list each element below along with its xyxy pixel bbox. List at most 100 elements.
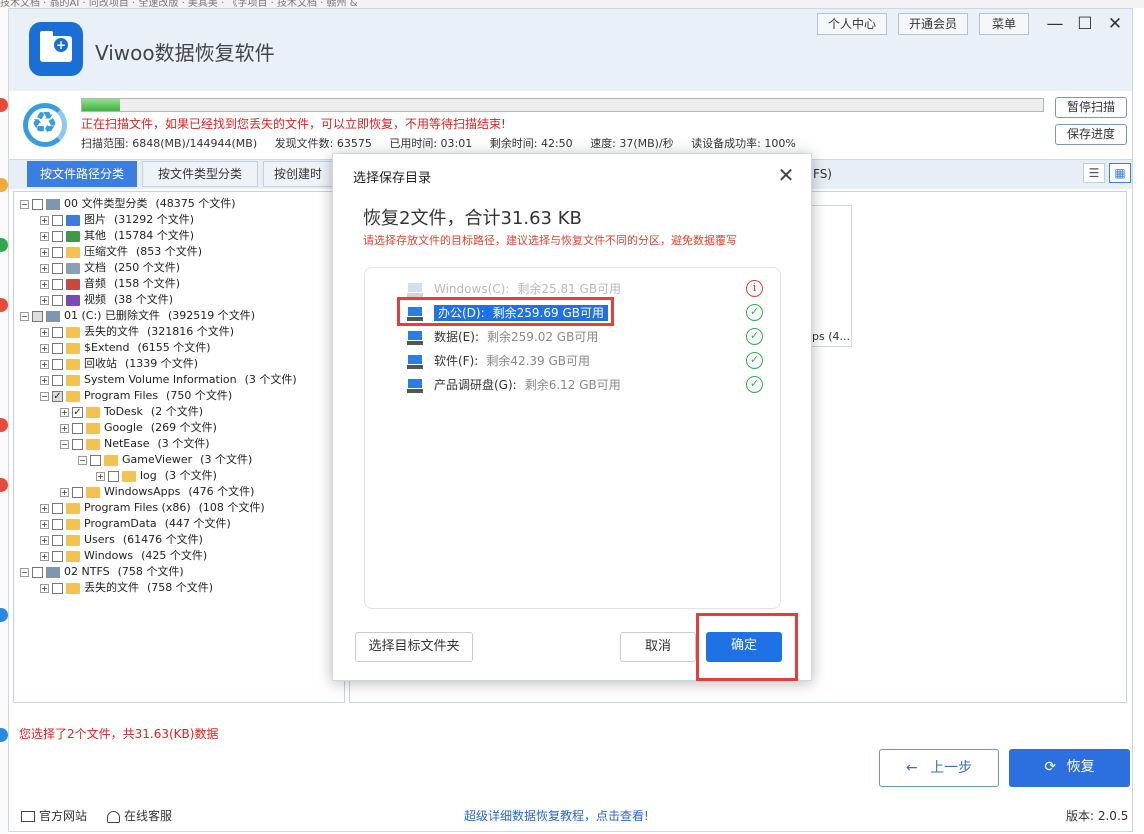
tree-row[interactable]: + 丢失的文件 (321816 个文件) xyxy=(40,324,234,340)
user-center-button[interactable]: 个人中心 xyxy=(817,13,887,35)
support-link[interactable]: 在线客服 xyxy=(107,807,172,824)
background-avatar-icon xyxy=(0,478,8,492)
drive-item-g[interactable]: 产品调研盘(G): 剩余6.12 GB可用 xyxy=(407,374,767,396)
highlight-box-confirm xyxy=(696,613,798,681)
menu-button[interactable]: 菜单 xyxy=(979,13,1029,35)
background-avatar-icon xyxy=(0,298,8,312)
check-circle-icon: ✓ xyxy=(746,376,763,393)
tab-fragment: FS) xyxy=(813,167,832,181)
minimize-icon[interactable]: — xyxy=(1041,11,1069,37)
background-avatar-icon xyxy=(0,608,8,622)
elapsed-time: 已用时间: 03:01 xyxy=(389,137,473,150)
recycle-icon xyxy=(23,103,67,147)
scan-range: 扫描范围: 6848(MB)/144944(MB) xyxy=(81,137,258,150)
tree-row[interactable]: −00 文件类型分类 (48375 个文件) xyxy=(20,196,236,212)
scan-stats: 扫描范围: 6848(MB)/144944(MB) 发现文件数: 63575 已… xyxy=(81,135,810,151)
tree-row[interactable]: + 图片 (31292 个文件) xyxy=(40,212,194,228)
save-directory-dialog: 选择保存目录 ✕ 恢复2文件，合计31.63 KB 请选择存放文件的目标路径，建… xyxy=(332,153,812,681)
background-strip: 技术文档 · 翁的AI · 同改项目 · 全速改版 · 美其美 · 《字项目 ·… xyxy=(0,0,1144,8)
tree-row[interactable]: − GameViewer (3 个文件) xyxy=(78,452,252,468)
grid-view-icon[interactable]: ▦ xyxy=(1109,163,1131,183)
tree-row[interactable]: + Users (61476 个文件) xyxy=(40,532,203,548)
headset-icon xyxy=(107,810,120,823)
choose-folder-button[interactable]: 选择目标文件夹 xyxy=(355,632,473,662)
tree-row[interactable]: + 音频 (158 个文件) xyxy=(40,276,180,292)
maximize-icon[interactable]: ☐ xyxy=(1071,11,1099,37)
recover-summary: 恢复2文件，合计31.63 KB xyxy=(363,208,582,229)
dialog-title: 选择保存目录 xyxy=(353,171,432,186)
list-view-icon[interactable]: ☰ xyxy=(1083,163,1105,183)
arrow-left-icon: ← xyxy=(905,760,918,776)
website-label: 官方网站 xyxy=(39,809,88,823)
close-icon[interactable]: ✕ xyxy=(773,162,799,188)
title-bar: + Viwoo数据恢复软件 个人中心 开通会员 菜单 — ☐ ✕ xyxy=(9,9,1132,91)
scan-progress-fill xyxy=(82,99,121,111)
tree-row[interactable]: + $Extend (6155 个文件) xyxy=(40,340,211,356)
drive-item-e[interactable]: 数据(E): 剩余259.02 GB可用 xyxy=(407,326,767,348)
website-link[interactable]: 官方网站 xyxy=(21,807,87,824)
remaining-time: 剩余时间: 42:50 xyxy=(489,137,573,150)
prev-step-label: 上一步 xyxy=(930,760,973,776)
found-count: 发现文件数: 63575 xyxy=(274,137,372,150)
highlight-box-selected-drive xyxy=(397,297,614,326)
tree-row[interactable]: − ✓ Program Files (750 个文件) xyxy=(40,388,232,404)
background-right-edge xyxy=(1133,8,1144,834)
tutorial-link[interactable]: 超级详细数据恢复教程，点击查看! xyxy=(464,807,649,824)
scan-progress-bar xyxy=(81,98,1044,112)
tree-row[interactable]: + ProgramData (447 个文件) xyxy=(40,516,231,532)
membership-button[interactable]: 开通会员 xyxy=(898,13,968,35)
tab-by-path[interactable]: 按文件路径分类 xyxy=(27,161,137,187)
background-strip-text: 技术文档 · 翁的AI · 同改项目 · 全速改版 · 美其美 · 《字项目 ·… xyxy=(0,0,358,8)
tree-row[interactable]: + Google (269 个文件) xyxy=(60,420,217,436)
warning-icon: i xyxy=(746,280,763,297)
file-thumbnail[interactable]: ps (4... xyxy=(809,205,852,347)
recover-button[interactable]: ⟳ 恢复 xyxy=(1009,749,1130,787)
scan-message: 正在扫描文件，如果已经找到您丢失的文件，可以立即恢复，不用等待扫描结束! xyxy=(81,117,506,131)
background-avatar-icon xyxy=(0,98,8,112)
tree-row[interactable]: + log (3 个文件) xyxy=(96,468,217,484)
check-circle-icon: ✓ xyxy=(746,352,763,369)
pause-scan-button[interactable]: 暂停扫描 xyxy=(1055,97,1127,118)
tab-by-type[interactable]: 按文件类型分类 xyxy=(142,161,258,187)
monitor-icon xyxy=(21,811,35,822)
success-rate: 读设备成功率: 100% xyxy=(691,137,796,150)
tab-by-created-time[interactable]: 按创建时 xyxy=(263,161,333,187)
tree-row[interactable]: + Program Files (x86) (108 个文件) xyxy=(40,500,265,516)
tree-row[interactable]: + 文档 (250 个文件) xyxy=(40,260,180,276)
close-icon[interactable]: ✕ xyxy=(1101,11,1129,37)
tree-row[interactable]: + 压缩文件 (853 个文件) xyxy=(40,244,202,260)
tree-row[interactable]: + 回收站 (1339 个文件) xyxy=(40,356,198,372)
cancel-button[interactable]: 取消 xyxy=(620,632,696,662)
windows-drive-icon xyxy=(407,378,424,393)
scan-speed: 速度: 37(MB)/秒 xyxy=(590,137,674,150)
recover-label: 恢复 xyxy=(1066,759,1095,775)
recover-icon: ⟳ xyxy=(1044,759,1057,775)
background-left-edge xyxy=(0,8,8,834)
drive-item-f[interactable]: 软件(F): 剩余42.39 GB可用 xyxy=(407,350,767,372)
tree-row[interactable]: + System Volume Information (3 个文件) xyxy=(40,372,297,388)
tree-row[interactable]: −02 NTFS (758 个文件) xyxy=(20,564,184,580)
tree-row[interactable]: − NetEase (3 个文件) xyxy=(60,436,210,452)
app-logo-icon: + xyxy=(29,22,83,76)
tree-row[interactable]: + 视频 (38 个文件) xyxy=(40,292,173,308)
background-avatar-icon xyxy=(0,238,8,252)
tree-row[interactable]: + 丢失的文件 (758 个文件) xyxy=(40,580,213,596)
prev-step-button[interactable]: ← 上一步 xyxy=(879,749,999,787)
version-label: 版本: 2.0.5 xyxy=(1066,809,1129,823)
save-progress-button[interactable]: 保存进度 xyxy=(1055,124,1127,145)
file-tree: −00 文件类型分类 (48375 个文件) + 图片 (31292 个文件) + 其他… xyxy=(13,191,345,703)
windows-drive-icon xyxy=(407,354,424,369)
scan-panel: 正在扫描文件，如果已经找到您丢失的文件，可以立即恢复，不用等待扫描结束! 扫描范… xyxy=(9,91,1132,159)
tree-row[interactable]: + 其他 (15784 个文件) xyxy=(40,228,194,244)
check-circle-icon: ✓ xyxy=(746,328,763,345)
file-thumbnail-label: ps (4... xyxy=(812,330,850,343)
background-avatar-icon xyxy=(0,178,8,192)
tree-row[interactable]: + WindowsApps (476 个文件) xyxy=(60,484,254,500)
support-label: 在线客服 xyxy=(124,809,173,823)
windows-drive-icon xyxy=(407,282,424,297)
background-avatar-icon xyxy=(0,728,8,742)
selection-status: 您选择了2个文件，共31.63(KB)数据 xyxy=(19,727,219,741)
tree-row[interactable]: + ✓ ToDesk (2 个文件) xyxy=(60,404,203,420)
tree-row[interactable]: + Windows (425 个文件) xyxy=(40,548,207,564)
tree-row[interactable]: −01 (C:) 已删除文件 (392519 个文件) xyxy=(20,308,255,324)
